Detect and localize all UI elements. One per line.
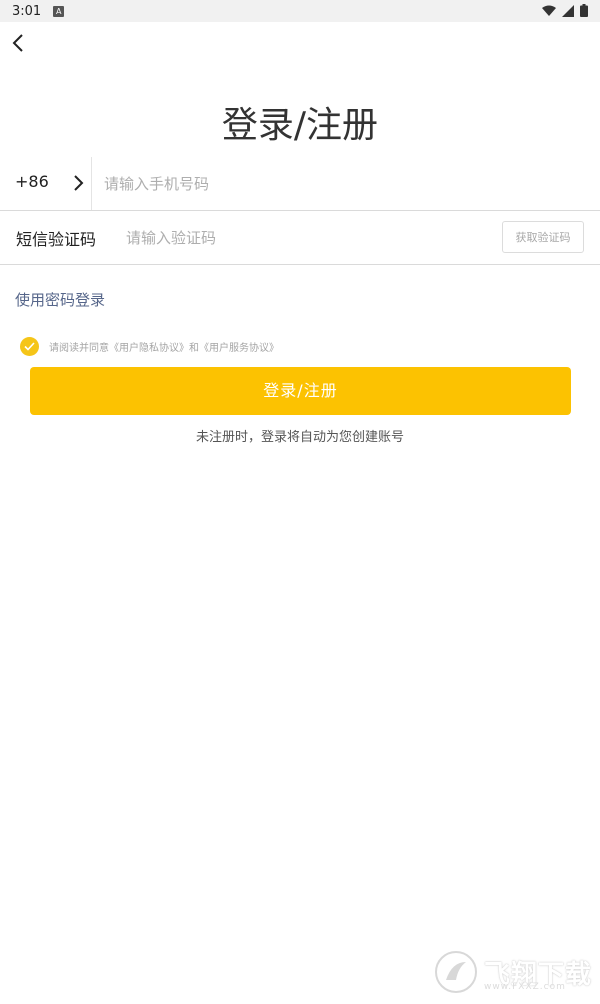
chevron-right-icon[interactable] [70,173,88,193]
phone-row: +86 [0,157,600,211]
wifi-icon [542,5,556,16]
get-code-button[interactable]: 获取验证码 [502,221,584,253]
watermark-sub: www.FXXZ.com [484,982,566,992]
password-login-link[interactable]: 使用密码登录 [15,289,105,310]
code-row: 短信验证码 获取验证码 [0,211,600,265]
chevron-left-icon [12,34,23,52]
country-code[interactable]: +86 [15,172,49,191]
watermark: 飞翔下载 www.FXXZ.com [434,944,594,1000]
phone-input[interactable] [102,169,566,199]
status-bar: 3:01 A [0,0,600,22]
signal-icon [562,4,574,17]
auto-register-hint: 未注册时，登录将自动为您创建账号 [195,430,404,445]
divider [91,157,92,210]
agreement-checkbox[interactable] [20,336,39,356]
status-time: 3:01 [12,3,42,19]
battery-icon [580,4,588,17]
watermark-logo-icon [435,951,477,993]
page-title: 登录/注册 [221,105,379,146]
back-button[interactable] [6,30,30,56]
login-register-button[interactable]: 登录/注册 [30,367,571,415]
code-input[interactable] [124,223,468,253]
notification-icon: A [53,5,65,17]
agreement-text[interactable]: 请阅读并同意《用户隐私协议》和《用户服务协议》 [49,339,279,354]
status-icons [542,4,588,17]
agreement-row: 请阅读并同意《用户隐私协议》和《用户服务协议》 [20,336,279,356]
code-label: 短信验证码 [16,230,97,249]
check-icon [24,341,35,351]
